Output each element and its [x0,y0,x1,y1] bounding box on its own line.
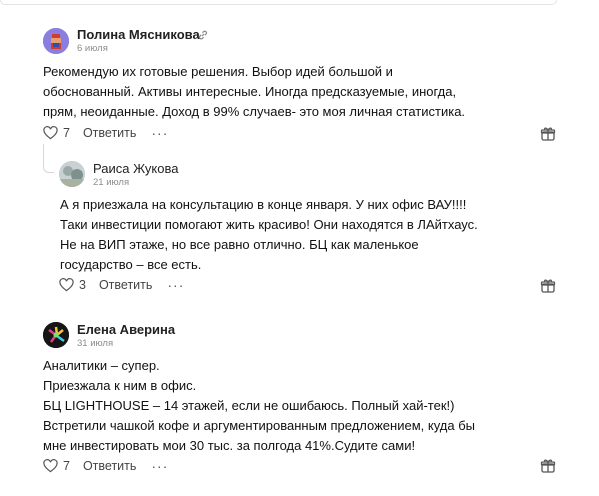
like-count: 7 [63,459,70,473]
more-options-icon[interactable]: ··· [167,278,184,292]
avatar[interactable] [43,322,69,348]
like-count: 7 [63,126,70,140]
avatar[interactable] [59,161,85,187]
heart-icon[interactable] [43,459,58,473]
avatar[interactable] [43,28,69,54]
comment-actions: 3 Ответить ··· [59,278,184,292]
comment-text: Рекомендую их готовые решения. Выбор иде… [43,64,466,119]
photo-avatar-icon [59,161,85,187]
link-icon[interactable] [198,30,208,40]
reply-button[interactable]: Ответить [83,126,136,140]
reply-button[interactable]: Ответить [83,459,136,473]
more-options-icon[interactable]: ··· [151,459,168,473]
gift-icon[interactable] [540,278,556,294]
comment-text: Аналитики – супер. Приезжала к ним в офи… [43,358,475,453]
reply-thread-line [43,144,54,173]
comment-date: 21 июля [93,177,130,188]
comment-actions: 7 Ответить ··· [43,459,168,473]
more-options-icon[interactable]: ··· [151,126,168,140]
previous-comment-card-edge [0,0,557,5]
pixel-character-avatar-icon [43,28,69,54]
gift-icon[interactable] [540,458,556,474]
comment-date: 31 июля [77,338,114,349]
comment-date: 6 июля [77,43,108,54]
author-name[interactable]: Полина Мясникова [77,27,200,42]
comment-actions: 7 Ответить ··· [43,126,168,140]
author-name[interactable]: Раиса Жукова [93,161,178,176]
author-name[interactable]: Елена Аверина [77,322,175,337]
reply-button[interactable]: Ответить [99,278,152,292]
gift-icon[interactable] [540,126,556,142]
heart-icon[interactable] [59,278,74,292]
colorful-art-avatar-icon [43,322,69,348]
like-count: 3 [79,278,86,292]
heart-icon[interactable] [43,126,58,140]
comment-text: А я приезжала на консультацию в конце ян… [60,197,478,272]
